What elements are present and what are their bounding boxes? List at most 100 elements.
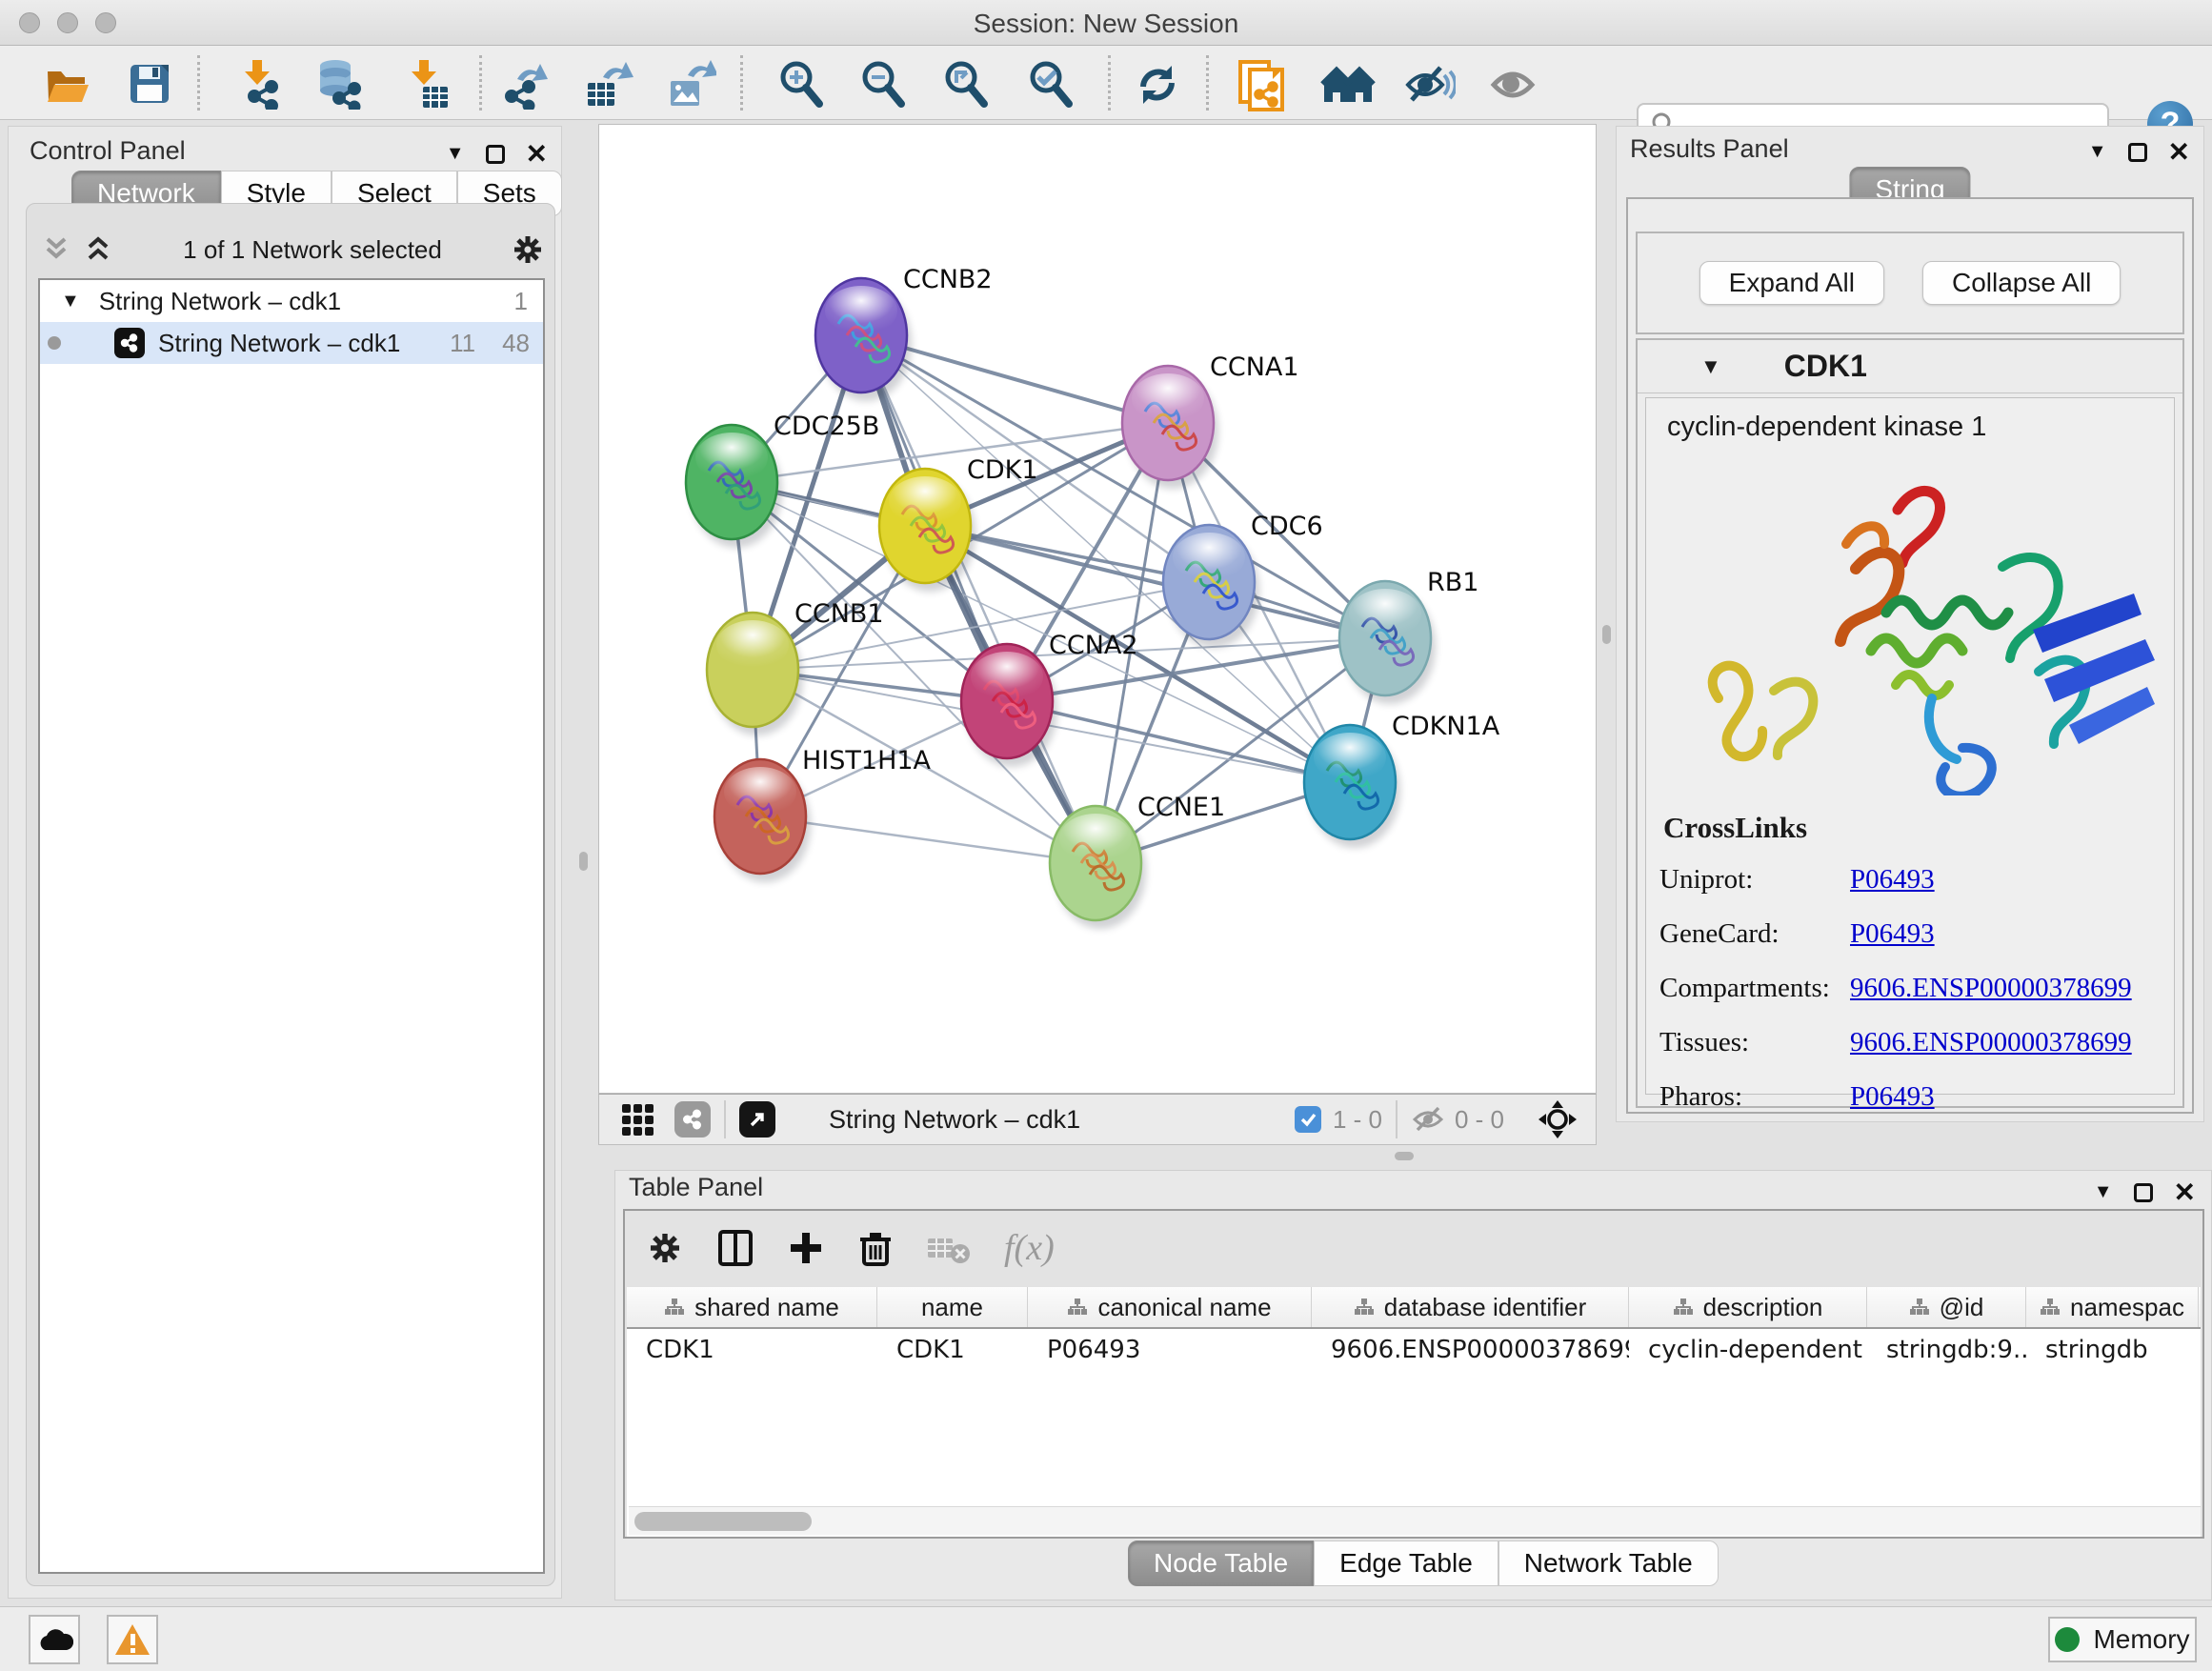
table-cell[interactable]: CDK1 bbox=[627, 1329, 877, 1371]
column-header-description[interactable]: description bbox=[1629, 1287, 1867, 1327]
memory-button[interactable]: Memory bbox=[2048, 1617, 2197, 1662]
main-toolbar: ? bbox=[0, 46, 2212, 120]
birds-eye-grid-icon[interactable] bbox=[622, 1104, 654, 1136]
network-node-cdkn1a[interactable] bbox=[1304, 725, 1400, 848]
column-header-database-identifier[interactable]: database identifier bbox=[1312, 1287, 1629, 1327]
crosslink-link[interactable]: P06493 bbox=[1850, 1081, 1935, 1113]
fit-content-crosshair-icon[interactable] bbox=[1537, 1098, 1579, 1140]
import-table-file-icon[interactable] bbox=[400, 58, 452, 110]
network-node-rb1[interactable] bbox=[1339, 581, 1436, 704]
network-node-cdk1[interactable] bbox=[879, 469, 975, 592]
network-view-title: String Network – cdk1 bbox=[829, 1105, 1080, 1135]
save-session-icon[interactable] bbox=[124, 58, 175, 110]
table-cell[interactable]: CDK1 bbox=[877, 1329, 1028, 1371]
network-node-ccne1[interactable] bbox=[1050, 806, 1146, 929]
expand-all-button[interactable]: Expand All bbox=[1699, 261, 1884, 305]
horizontal-splitter-handle[interactable] bbox=[1395, 1152, 1414, 1160]
import-network-database-icon[interactable] bbox=[312, 58, 364, 110]
string-network-graph[interactable]: CCNB2CCNA1CDC25BCDK1CDC6RB1CCNB1CCNA2CDK… bbox=[599, 125, 1598, 1095]
tab-node-table[interactable]: Node Table bbox=[1128, 1540, 1314, 1586]
panel-close-icon[interactable]: ✕ bbox=[2174, 1177, 2196, 1208]
network-node-ccnb2[interactable] bbox=[815, 278, 912, 401]
add-column-icon[interactable] bbox=[787, 1229, 825, 1267]
panel-collapse-icon[interactable]: ▼ bbox=[446, 143, 465, 165]
string-home-icon[interactable] bbox=[1320, 58, 1372, 110]
network-view-toolbar: String Network – cdk1 1 - 0 0 - 0 bbox=[598, 1094, 1597, 1145]
network-node-ccna2[interactable] bbox=[961, 644, 1057, 767]
apply-preferred-layout-icon[interactable] bbox=[1132, 58, 1183, 110]
cloud-status-button[interactable] bbox=[29, 1615, 80, 1664]
node-label-ccna1: CCNA1 bbox=[1210, 352, 1299, 382]
network-options-gear-icon[interactable] bbox=[511, 232, 545, 267]
network-node-ccna1[interactable] bbox=[1122, 366, 1218, 489]
delete-table-icon bbox=[926, 1231, 972, 1265]
network-canvas[interactable]: CCNB2CCNA1CDC25BCDK1CDC6RB1CCNB1CCNA2CDK… bbox=[598, 124, 1597, 1094]
table-row[interactable]: CDK1CDK1P064939606.ENSP00000378699cyclin… bbox=[627, 1329, 2201, 1371]
panel-collapse-icon[interactable]: ▼ bbox=[2094, 1181, 2113, 1203]
export-network-icon[interactable] bbox=[500, 58, 552, 110]
panel-float-icon[interactable] bbox=[486, 145, 505, 164]
panel-close-icon[interactable]: ✕ bbox=[526, 138, 548, 170]
gene-section-collapse-icon[interactable]: ▼ bbox=[1700, 354, 1721, 379]
table-cell[interactable]: 9606.ENSP00000378699 bbox=[1312, 1329, 1629, 1371]
panel-close-icon[interactable]: ✕ bbox=[2168, 136, 2190, 168]
tab-edge-table[interactable]: Edge Table bbox=[1314, 1540, 1498, 1586]
column-header-shared-name[interactable]: shared name bbox=[627, 1287, 877, 1327]
network-share-icon[interactable] bbox=[674, 1101, 711, 1137]
zoom-selected-icon[interactable] bbox=[1025, 58, 1076, 110]
crosslink-link[interactable]: P06493 bbox=[1850, 864, 1935, 896]
zoom-out-icon[interactable] bbox=[857, 58, 909, 110]
collapse-all-networks-icon[interactable] bbox=[40, 233, 72, 266]
table-options-gear-icon[interactable] bbox=[646, 1229, 684, 1267]
protein-structure-image bbox=[1659, 453, 2174, 795]
zoom-fit-icon[interactable] bbox=[940, 58, 992, 110]
delete-column-icon[interactable] bbox=[857, 1228, 894, 1268]
vertical-splitter-handle[interactable] bbox=[1602, 625, 1611, 644]
network-node-ccnb1[interactable] bbox=[707, 613, 803, 735]
panel-float-icon[interactable] bbox=[2134, 1183, 2153, 1202]
column-header-name[interactable]: name bbox=[877, 1287, 1028, 1327]
node-label-rb1: RB1 bbox=[1427, 568, 1478, 597]
crosslink-label: GeneCard: bbox=[1659, 918, 1850, 950]
network-collection-row[interactable]: ▼ String Network – cdk1 1 bbox=[40, 280, 543, 322]
network-node-hist1h1a[interactable] bbox=[714, 759, 811, 882]
show-columns-icon[interactable] bbox=[716, 1228, 754, 1268]
open-session-icon[interactable] bbox=[42, 58, 93, 110]
panel-float-icon[interactable] bbox=[2128, 143, 2147, 162]
network-label: String Network – cdk1 bbox=[158, 329, 400, 358]
open-in-window-icon[interactable] bbox=[739, 1101, 775, 1137]
network-row-selected[interactable]: String Network – cdk1 11 48 bbox=[40, 322, 543, 364]
table-cell[interactable]: stringdb bbox=[2026, 1329, 2199, 1371]
collapse-all-button[interactable]: Collapse All bbox=[1922, 261, 2121, 305]
hide-selected-eye-icon[interactable] bbox=[1402, 58, 1454, 110]
expand-all-networks-icon[interactable] bbox=[82, 233, 114, 266]
clone-network-icon[interactable] bbox=[1235, 58, 1286, 110]
column-header-canonical-name[interactable]: canonical name bbox=[1028, 1287, 1312, 1327]
export-table-icon[interactable] bbox=[582, 58, 633, 110]
zoom-in-icon[interactable] bbox=[775, 58, 827, 110]
network-node-cdc6[interactable] bbox=[1163, 525, 1259, 648]
scrollbar-thumb[interactable] bbox=[634, 1512, 812, 1531]
crosslink-link[interactable]: P06493 bbox=[1850, 918, 1935, 950]
hidden-eye-icon[interactable] bbox=[1411, 1103, 1449, 1136]
crosslink-link[interactable]: 9606.ENSP00000378699 bbox=[1850, 973, 2132, 1004]
export-image-icon[interactable] bbox=[665, 58, 716, 110]
crosslink-row: Pharos:P06493 bbox=[1659, 1081, 2161, 1113]
crosslink-link[interactable]: 9606.ENSP00000378699 bbox=[1850, 1027, 2132, 1058]
tab-network-table[interactable]: Network Table bbox=[1498, 1540, 1719, 1586]
column-tree-icon bbox=[2040, 1298, 2061, 1317]
table-cell[interactable]: stringdb:9... bbox=[1867, 1329, 2026, 1371]
show-all-eye-icon[interactable] bbox=[1486, 58, 1538, 110]
selected-nodes-checkbox[interactable] bbox=[1295, 1106, 1321, 1133]
panel-collapse-icon[interactable]: ▼ bbox=[2088, 141, 2107, 163]
table-horizontal-scrollbar[interactable] bbox=[629, 1506, 2201, 1535]
warning-status-button[interactable] bbox=[107, 1615, 158, 1664]
node-table: shared namenamecanonical namedatabase id… bbox=[627, 1287, 2201, 1537]
column-header--id[interactable]: @id bbox=[1867, 1287, 2026, 1327]
vertical-splitter-handle[interactable] bbox=[579, 852, 588, 871]
table-cell[interactable]: P06493 bbox=[1028, 1329, 1312, 1371]
tree-expand-icon[interactable]: ▼ bbox=[61, 291, 80, 312]
table-cell[interactable]: cyclin-dependent ... bbox=[1629, 1329, 1867, 1371]
import-network-file-icon[interactable] bbox=[233, 58, 285, 110]
column-header-namespac[interactable]: namespac bbox=[2026, 1287, 2199, 1327]
